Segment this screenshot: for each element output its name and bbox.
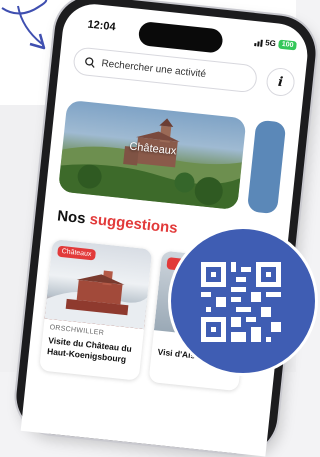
castle-snow-image: Châteaux bbox=[44, 239, 153, 330]
suggestion-card[interactable]: Châteaux ORSCHWILLER Visite du Château d… bbox=[39, 239, 153, 381]
phone-mockup: 12:04 5G 100 Rechercher une activité i C… bbox=[12, 0, 320, 457]
search-placeholder: Rechercher une activité bbox=[100, 57, 207, 80]
dynamic-island bbox=[137, 20, 224, 54]
section-title: Nos suggestions bbox=[56, 207, 178, 237]
qr-code-icon bbox=[201, 262, 281, 342]
suggestion-title: Visite du Château du Haut-Koenigsbourg bbox=[46, 335, 133, 365]
status-time: 12:04 bbox=[86, 18, 117, 34]
section-title-part2: suggestions bbox=[88, 210, 179, 237]
battery-icon: 100 bbox=[278, 39, 297, 51]
search-icon bbox=[85, 56, 95, 68]
info-button[interactable]: i bbox=[265, 66, 296, 98]
section-title-part1: Nos bbox=[56, 207, 91, 228]
status-right: 5G 100 bbox=[253, 37, 297, 51]
network-label: 5G bbox=[264, 38, 277, 49]
phone-screen: 12:04 5G 100 Rechercher une activité i C… bbox=[20, 1, 311, 457]
category-card-next[interactable] bbox=[246, 119, 287, 215]
signal-icon bbox=[253, 38, 263, 47]
search-input[interactable]: Rechercher une activité bbox=[72, 46, 259, 94]
suggestion-place: ORSCHWILLER bbox=[49, 324, 105, 337]
search-row: Rechercher une activité i bbox=[72, 46, 296, 98]
category-card-chateaux[interactable]: Châteaux bbox=[57, 99, 247, 211]
